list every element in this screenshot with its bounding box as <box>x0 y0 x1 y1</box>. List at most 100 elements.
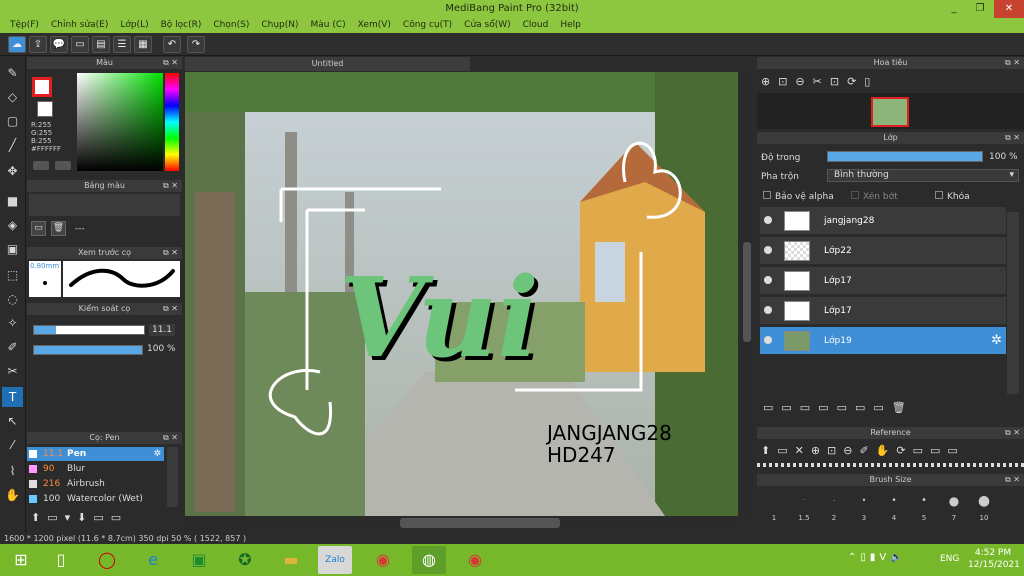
select-pen-icon[interactable]: ✐ <box>2 337 23 357</box>
maximize-button[interactable]: ❐ <box>966 0 994 18</box>
menu-filter[interactable]: Bộ lọc(R) <box>155 18 208 33</box>
panel-controls-icon[interactable]: ⧉ ✕ <box>1005 427 1020 439</box>
brush-size-option[interactable]: · 1.5 <box>791 488 817 522</box>
text-tool-icon[interactable]: T <box>2 387 23 407</box>
layer-row[interactable]: jangjang28 <box>760 207 1006 235</box>
menu-view[interactable]: Xem(V) <box>352 18 397 33</box>
color-toggle-button[interactable] <box>33 161 49 170</box>
delete-palette-icon[interactable]: 🗑 <box>51 221 66 236</box>
comment-icon[interactable]: 💬 <box>50 36 68 53</box>
layer-actions[interactable]: ▭▭▭▭▭▭▭🗑 <box>763 401 914 414</box>
rect-tool-icon[interactable]: ▢ <box>2 111 23 131</box>
panel-controls-icon[interactable]: ⧉ ✕ <box>1005 57 1020 69</box>
layer-row[interactable]: Lớp17 <box>760 297 1006 325</box>
drawing-canvas[interactable]: Vui Vui JANGJANG28 HD247 <box>185 72 738 516</box>
blend-mode-select[interactable]: Bình thường ▾ <box>827 169 1019 182</box>
language-indicator[interactable]: ENG <box>940 554 959 564</box>
tab-untitled[interactable]: Untitled <box>185 57 470 71</box>
panel-controls-icon[interactable]: ⧉ ✕ <box>163 180 178 192</box>
file-icon[interactable]: ▯ <box>44 546 78 574</box>
undo-icon[interactable]: ↶ <box>163 36 181 53</box>
medibang-icon[interactable]: ◍ <box>412 546 446 574</box>
brush-item[interactable]: 100 Watercolor (Wet) <box>27 492 164 506</box>
menu-tools[interactable]: Công cụ(T) <box>397 18 458 33</box>
redo-icon[interactable]: ↷ <box>187 36 205 53</box>
layer-list-scrollbar[interactable] <box>1007 212 1019 394</box>
chrome-profile-icon[interactable]: ◉ <box>458 546 492 574</box>
brush-actions[interactable]: ⬆▭▾⬇▭▭ <box>31 511 128 524</box>
brush-size-option[interactable]: • 3 <box>851 488 877 522</box>
horizontal-scrollbar[interactable] <box>185 516 738 530</box>
gear-icon[interactable]: ✲ <box>153 447 161 461</box>
eraser-tool-icon[interactable]: ◇ <box>2 87 23 107</box>
protect-alpha-checkbox[interactable] <box>763 191 771 199</box>
opera-icon[interactable]: ◯ <box>90 546 124 574</box>
system-tray-icons[interactable]: ⌃▯▮V🔈 <box>848 552 907 563</box>
brush-tool-icon[interactable]: ✎ <box>2 63 23 83</box>
menu-edit[interactable]: Chỉnh sửa(E) <box>45 18 114 33</box>
eye-icon[interactable] <box>764 306 772 314</box>
panel-controls-icon[interactable]: ⧉ ✕ <box>1005 474 1020 486</box>
menu-cloud[interactable]: Cloud <box>517 18 555 33</box>
reference-toolbar[interactable]: ⬆▭✕⊕⊡⊖✐✋⟳▭▭▭ <box>761 444 965 457</box>
panel-controls-icon[interactable]: ⧉ ✕ <box>163 432 178 444</box>
chrome-icon[interactable]: ◉ <box>366 546 400 574</box>
lasso-tool-icon[interactable]: ◌ <box>2 289 23 309</box>
menu-select[interactable]: Chọn(S) <box>207 18 255 33</box>
cloud-icon[interactable]: ☁ <box>8 36 26 53</box>
dropper-tool-icon[interactable]: ⁄ <box>2 435 23 455</box>
eye-icon[interactable] <box>764 216 772 224</box>
navigator-zoom-buttons[interactable]: ⊕⊡⊖✂⊡⟳▯ <box>761 75 878 88</box>
color-picker-square[interactable] <box>77 73 163 171</box>
gradient-tool-icon[interactable]: ▣ <box>2 239 23 259</box>
close-button[interactable]: ✕ <box>994 0 1024 18</box>
menu-color[interactable]: Màu (C) <box>305 18 352 33</box>
panel-controls-icon[interactable]: ⧉ ✕ <box>163 57 178 69</box>
add-palette-icon[interactable]: ▭ <box>31 221 46 236</box>
eye-icon[interactable] <box>764 246 772 254</box>
fill-rect-tool-icon[interactable]: ■ <box>2 191 23 211</box>
hue-slider[interactable] <box>165 73 179 171</box>
brush-list-scrollbar[interactable] <box>167 447 178 507</box>
magic-wand-icon[interactable]: ✧ <box>2 313 23 333</box>
panel-controls-icon[interactable]: ⧉ ✕ <box>1005 132 1020 144</box>
gear-icon[interactable]: ✲ <box>991 333 1002 348</box>
clock[interactable]: 4:52 PM 12/15/2021 <box>968 547 1020 571</box>
brush-size-option[interactable]: ● 7 <box>941 488 967 522</box>
brush-size-option[interactable]: · 2 <box>821 488 847 522</box>
primary-color-swatch[interactable] <box>32 77 52 97</box>
layer-row[interactable]: Lớp17 <box>760 267 1006 295</box>
grid-icon[interactable]: ▦ <box>134 36 152 53</box>
select-eraser-icon[interactable]: ✂ <box>2 361 23 381</box>
layer-row[interactable]: Lớp19 ✲ <box>760 327 1006 355</box>
pen-line-tool-icon[interactable]: ╱ <box>2 135 23 155</box>
zalo-icon[interactable]: Zalo <box>318 546 352 574</box>
secondary-color-swatch[interactable] <box>37 101 53 117</box>
select-tool-icon[interactable]: ⬚ <box>2 265 23 285</box>
menu-layer[interactable]: Lớp(L) <box>114 18 154 33</box>
brush-size-option[interactable]: 1 <box>761 488 787 522</box>
move-tool-icon[interactable]: ✥ <box>2 161 23 181</box>
menu-snap[interactable]: Chụp(N) <box>255 18 304 33</box>
minimize-button[interactable]: _ <box>940 0 968 18</box>
panel-controls-icon[interactable]: ⧉ ✕ <box>163 303 178 315</box>
brush-item[interactable]: 11.1 Pen ✲ <box>27 447 164 461</box>
brush-size-option[interactable]: • 5 <box>911 488 937 522</box>
lock-checkbox[interactable] <box>935 191 943 199</box>
color-swap-button[interactable] <box>55 161 71 170</box>
layer-row[interactable]: Lớp22 <box>760 237 1006 265</box>
internet-explorer-icon[interactable]: e <box>136 546 170 574</box>
vertical-scrollbar[interactable] <box>741 72 753 516</box>
menu-help[interactable]: Help <box>554 18 587 33</box>
note-icon[interactable]: ▭ <box>71 36 89 53</box>
size-slider[interactable] <box>33 325 145 335</box>
clipping-checkbox[interactable] <box>851 191 859 199</box>
page-icon[interactable]: ▤ <box>92 36 110 53</box>
menu-file[interactable]: Tệp(F) <box>4 18 45 33</box>
share-icon[interactable]: ⇪ <box>29 36 47 53</box>
menu-window[interactable]: Cửa sổ(W) <box>458 18 516 33</box>
app-icon[interactable]: ✪ <box>228 546 262 574</box>
panel-controls-icon[interactable]: ⧉ ✕ <box>163 247 178 259</box>
eye-icon[interactable] <box>764 336 772 344</box>
opacity-slider[interactable] <box>33 345 143 355</box>
